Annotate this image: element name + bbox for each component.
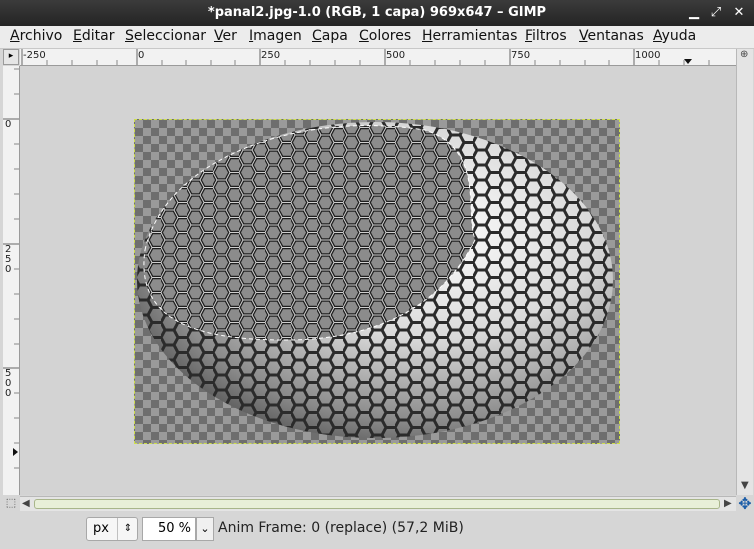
- image-canvas[interactable]: [134, 119, 620, 444]
- ruler-label: 250: [5, 244, 12, 275]
- unit-selector[interactable]: px ⇕: [86, 517, 138, 541]
- zoom-image-icon[interactable]: ⊕: [740, 49, 748, 60]
- horizontal-ruler[interactable]: -250 0 250 500 750 1000: [20, 49, 736, 66]
- honeycomb-sphere-image: [137, 122, 613, 438]
- status-message: Anim Frame: 0 (replace) (57,2 MiB): [218, 520, 464, 536]
- ruler-label: 500: [386, 50, 406, 61]
- chevron-down-icon[interactable]: ▼: [741, 480, 749, 491]
- restore-icon[interactable]: ⤢: [708, 5, 724, 21]
- menu-filtros[interactable]: Filtros: [525, 28, 567, 44]
- ruler-label: 0: [5, 119, 12, 130]
- pointer-marker-icon: [684, 59, 692, 64]
- menu-colores[interactable]: Colores: [359, 28, 411, 44]
- window-title: *panal2.jpg-1.0 (RGB, 1 capa) 969x647 – …: [207, 5, 547, 20]
- unit-value: px: [93, 521, 109, 536]
- horizontal-scrollbar[interactable]: ◀ ▶: [20, 496, 736, 511]
- chevron-right-icon[interactable]: ▶: [724, 498, 732, 509]
- vertical-ruler[interactable]: 0 250 500: [3, 66, 20, 495]
- ruler-label: 750: [511, 50, 531, 61]
- ruler-corner-menu-button[interactable]: ▸: [3, 49, 19, 65]
- zoom-input[interactable]: 50 %: [142, 517, 196, 541]
- navigate-icon[interactable]: ✥: [737, 496, 753, 512]
- minimize-icon[interactable]: ▁: [686, 5, 702, 21]
- ruler-label: 500: [5, 368, 12, 399]
- menu-herramientas[interactable]: Herramientas: [422, 28, 517, 44]
- gimp-window: *panal2.jpg-1.0 (RGB, 1 capa) 969x647 – …: [0, 0, 754, 549]
- menu-ver[interactable]: Ver: [214, 28, 237, 44]
- menu-seleccionar[interactable]: Seleccionar: [125, 28, 206, 44]
- menu-archivo[interactable]: Archivo: [10, 28, 62, 44]
- menu-bar: Archivo Editar Seleccionar Ver Imagen Ca…: [0, 26, 754, 49]
- close-icon[interactable]: ✕: [731, 5, 747, 21]
- pointer-marker-icon: [13, 448, 18, 456]
- menu-ventanas[interactable]: Ventanas: [579, 28, 644, 44]
- status-bar: px ⇕ 50 % ⌄ Anim Frame: 0 (replace) (57,…: [0, 511, 754, 549]
- vertical-scrollbar[interactable]: ⊕ ▼: [736, 49, 753, 495]
- horizontal-scroll-thumb[interactable]: [34, 499, 720, 509]
- ruler-label: 0: [138, 50, 145, 61]
- menu-ayuda[interactable]: Ayuda: [653, 28, 696, 44]
- menu-editar[interactable]: Editar: [73, 28, 114, 44]
- quick-mask-icon[interactable]: ⬚: [3, 496, 19, 510]
- ruler-label: -250: [23, 50, 46, 61]
- ruler-label: 250: [261, 50, 281, 61]
- chevron-down-icon[interactable]: ⌄: [196, 517, 214, 541]
- menu-capa[interactable]: Capa: [312, 28, 348, 44]
- spinner-arrows-icon: ⇕: [117, 518, 138, 540]
- title-bar: *panal2.jpg-1.0 (RGB, 1 capa) 969x647 – …: [0, 0, 754, 26]
- chevron-left-icon[interactable]: ◀: [22, 498, 30, 509]
- menu-imagen[interactable]: Imagen: [249, 28, 302, 44]
- ruler-label: 1000: [635, 50, 661, 61]
- canvas-area[interactable]: [20, 66, 736, 495]
